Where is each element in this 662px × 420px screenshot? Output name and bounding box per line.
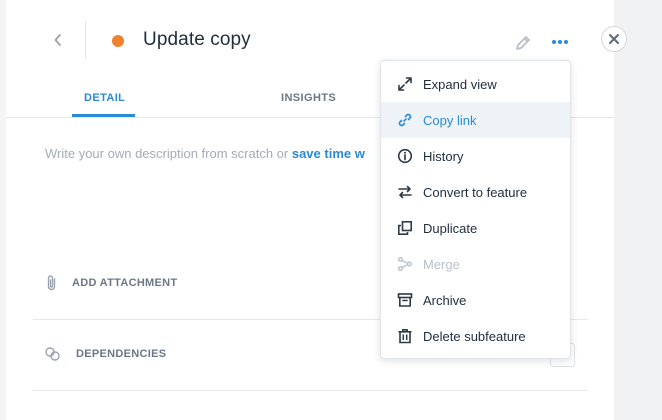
status-dot	[112, 35, 124, 47]
menu-item-label: Convert to feature	[423, 184, 528, 200]
close-button[interactable]	[601, 26, 627, 52]
tab-insights[interactable]: INSIGHTS	[281, 92, 336, 104]
menu-item-duplicate[interactable]: Duplicate	[381, 210, 570, 246]
menu-item-label: Merge	[423, 256, 460, 272]
pen-icon	[516, 36, 530, 50]
more-horizontal-icon	[552, 40, 568, 44]
menu-item-delete-subfeature[interactable]: Delete subfeature	[381, 318, 570, 354]
menu-item-archive[interactable]: Archive	[381, 282, 570, 318]
close-icon	[609, 34, 619, 44]
dependencies-link-icon	[45, 347, 60, 361]
duplicate-icon	[396, 219, 414, 237]
menu-item-copy-link[interactable]: Copy link	[381, 102, 570, 138]
menu-item-convert-to-feature[interactable]: Convert to feature	[381, 174, 570, 210]
menu-item-merge: Merge	[381, 246, 570, 282]
convert-arrows-icon	[396, 183, 414, 201]
link-icon	[396, 111, 414, 129]
backdrop-right	[614, 0, 662, 420]
description-placeholder[interactable]: Write your own description from scratch …	[45, 146, 365, 161]
more-options-button[interactable]	[548, 32, 572, 52]
merge-icon	[396, 255, 414, 273]
more-options-menu: Expand view Copy link History Convert to…	[380, 60, 571, 359]
section-divider	[33, 390, 588, 391]
add-attachment-label: ADD ATTACHMENT	[72, 277, 178, 289]
archive-icon	[396, 291, 414, 309]
dependencies-label: DEPENDENCIES	[76, 348, 167, 360]
expand-icon	[396, 75, 414, 93]
header-divider	[85, 22, 86, 58]
tab-detail[interactable]: DETAIL	[84, 92, 125, 104]
menu-item-label: Copy link	[423, 112, 477, 128]
menu-item-history[interactable]: History	[381, 138, 570, 174]
trash-icon	[396, 327, 414, 345]
menu-item-label: Expand view	[423, 76, 497, 92]
menu-item-expand-view[interactable]: Expand view	[381, 66, 570, 102]
description-text: Write your own description from scratch …	[45, 146, 292, 161]
description-template-link[interactable]: save time w	[292, 146, 365, 161]
back-button[interactable]	[48, 30, 68, 50]
menu-item-label: Duplicate	[423, 220, 478, 236]
paperclip-icon	[47, 275, 56, 291]
menu-item-label: Archive	[423, 292, 467, 308]
chevron-left-icon	[54, 34, 61, 46]
page-title: Update copy	[143, 29, 251, 50]
menu-item-label: Delete subfeature	[423, 328, 526, 344]
menu-item-label: History	[423, 148, 464, 164]
edit-button[interactable]	[512, 32, 534, 54]
info-icon	[396, 147, 414, 165]
